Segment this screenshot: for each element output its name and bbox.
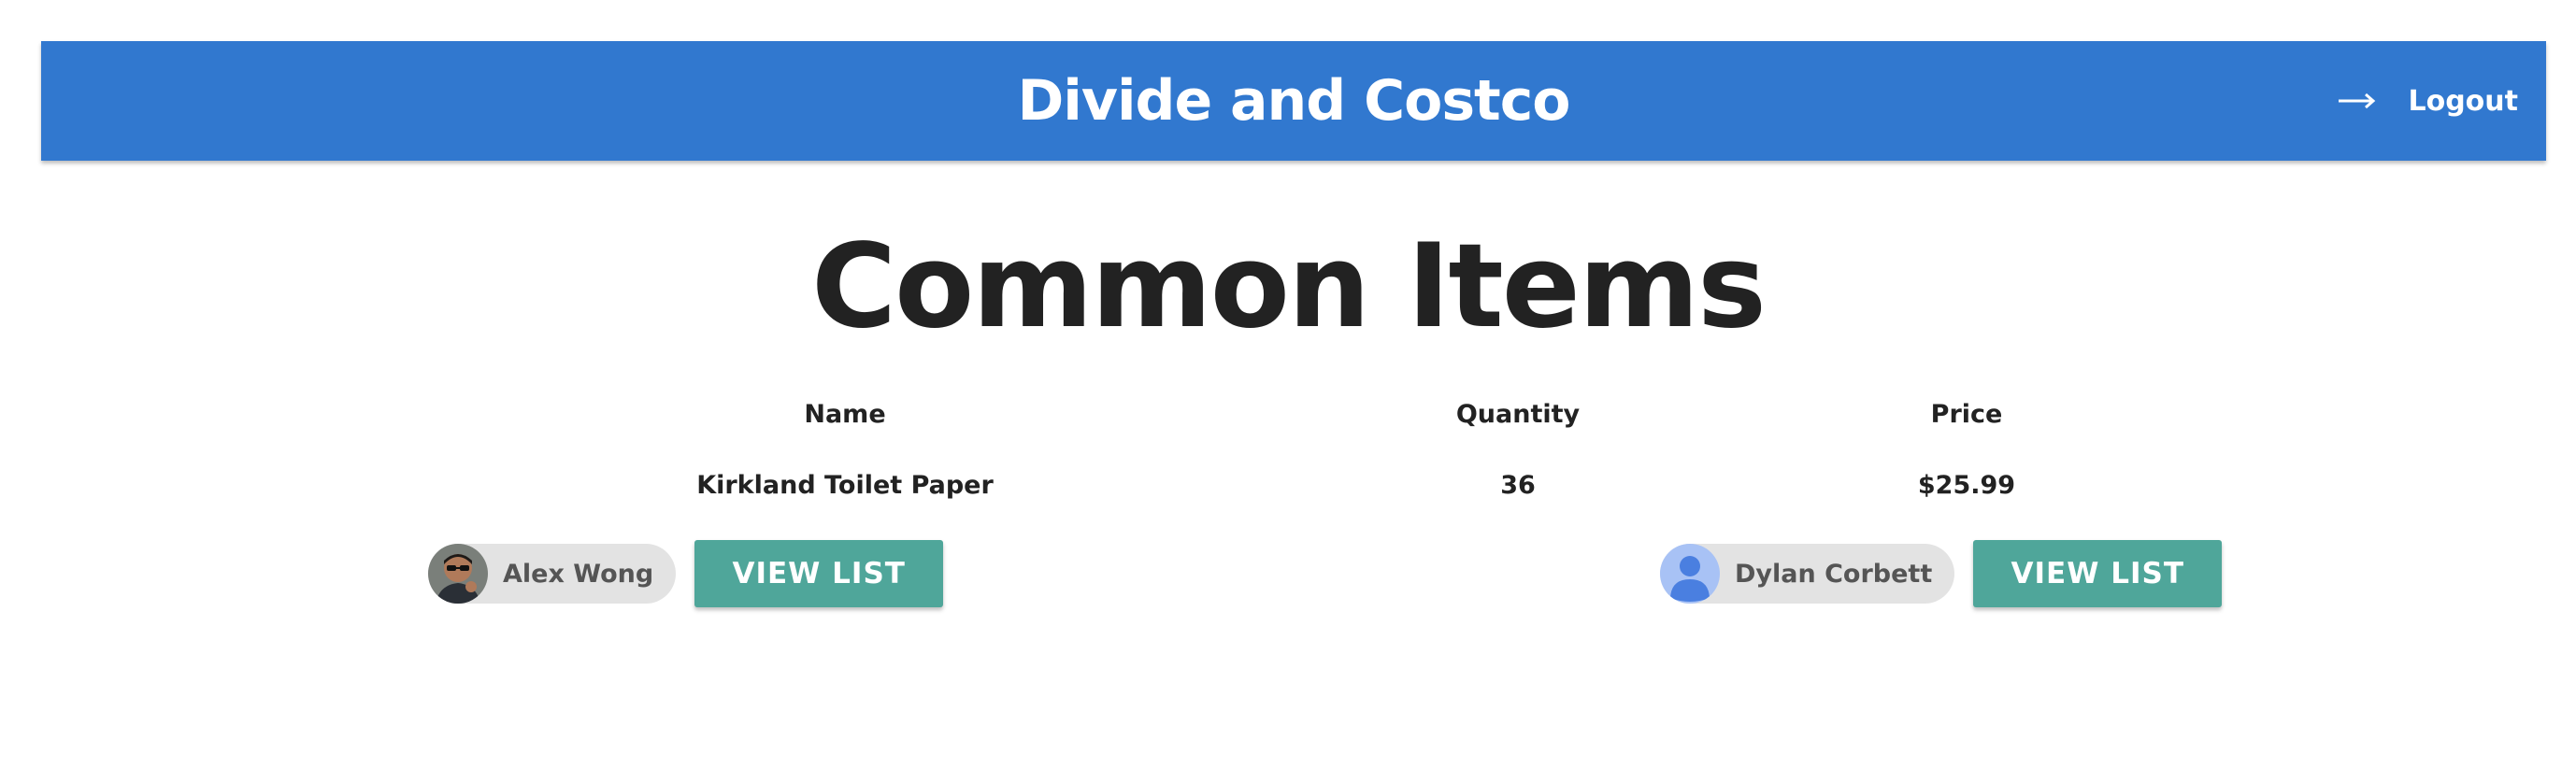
table-cell-quantity: 36 — [1500, 471, 1536, 500]
column-header-quantity: Quantity — [1455, 400, 1581, 429]
user-chip: Dylan Corbett — [1660, 544, 1955, 604]
column-header-price: Price — [1930, 400, 2003, 429]
default-person-icon — [1660, 544, 1720, 604]
app-title: Divide and Costco — [1017, 68, 1570, 134]
avatar — [428, 544, 488, 604]
table-cell-name: Kirkland Toilet Paper — [696, 471, 994, 500]
logout-button[interactable]: Logout — [2339, 41, 2518, 161]
logout-label: Logout — [2408, 84, 2518, 118]
column-header-name: Name — [804, 400, 886, 429]
user-chip: Alex Wong — [428, 544, 677, 604]
user-photo-icon — [428, 544, 488, 604]
view-list-button[interactable]: VIEW LIST — [1973, 540, 2223, 607]
user-entry-alex-wong: Alex Wong VIEW LIST — [428, 538, 944, 609]
top-navbar: Divide and Costco Logout — [41, 41, 2546, 161]
user-name: Dylan Corbett — [1735, 559, 1933, 589]
user-name: Alex Wong — [503, 559, 654, 589]
page-title: Common Items — [811, 220, 1767, 354]
arrow-right-icon — [2339, 92, 2376, 109]
avatar — [1660, 544, 1720, 604]
user-entry-dylan-corbett: Dylan Corbett VIEW LIST — [1660, 538, 2223, 609]
table-cell-price: $25.99 — [1917, 471, 2016, 500]
view-list-button[interactable]: VIEW LIST — [694, 540, 944, 607]
